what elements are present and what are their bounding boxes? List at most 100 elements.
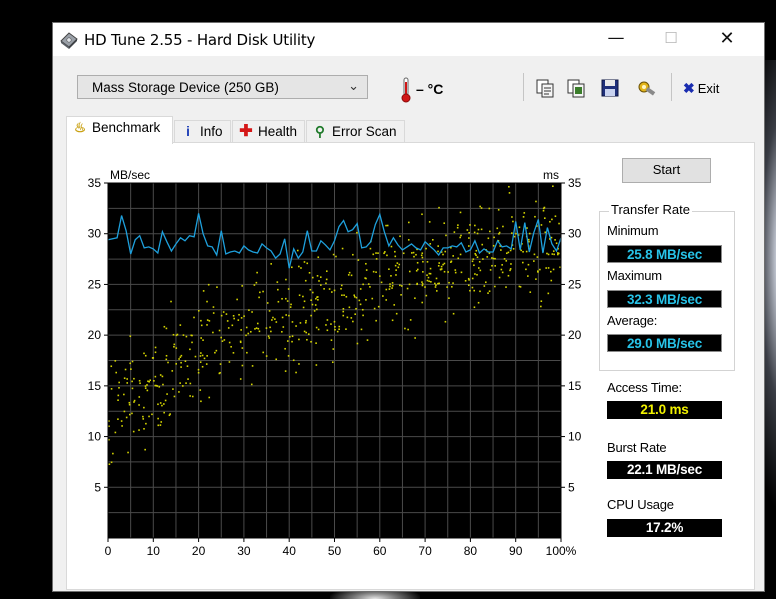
app-window: HD Tune 2.55 - Hard Disk Utility — ☐ ✕ M… <box>52 22 765 592</box>
access-time-point <box>259 291 261 294</box>
access-time-point <box>425 294 428 297</box>
cpu-usage-value: 17.2% <box>607 519 722 537</box>
access-time-point <box>197 368 200 371</box>
access-time-point <box>442 253 444 256</box>
access-time-point <box>118 387 120 389</box>
toolbar-separator <box>671 73 672 101</box>
access-time-point <box>291 335 294 338</box>
maximize-button[interactable]: ☐ <box>648 23 694 56</box>
access-time-point <box>365 262 367 265</box>
access-time-point <box>522 261 524 264</box>
access-time-point <box>133 401 135 403</box>
y-axis-label-left: MB/sec <box>110 168 150 182</box>
x-tick-label: 0 <box>105 544 112 555</box>
access-time-point <box>474 224 476 227</box>
thermometer-icon <box>401 77 411 103</box>
access-time-point <box>315 342 317 344</box>
access-time-point <box>316 275 319 277</box>
access-time-point <box>476 232 479 235</box>
access-time-point <box>203 357 206 360</box>
access-time-point <box>342 310 345 313</box>
access-time-point <box>197 309 200 312</box>
access-time-point <box>161 375 164 378</box>
access-time-point <box>358 299 361 302</box>
info-icon: i <box>186 124 190 139</box>
access-time-point <box>355 307 357 310</box>
access-time-point <box>539 268 541 271</box>
access-time-point <box>471 286 474 289</box>
access-time-point <box>121 425 123 427</box>
access-time-point <box>326 319 329 321</box>
access-time-point <box>404 327 406 330</box>
access-time-point <box>365 269 368 271</box>
access-time-point <box>511 216 513 218</box>
access-time-point <box>157 403 159 406</box>
access-time-point <box>199 355 202 357</box>
access-time-point <box>399 284 401 287</box>
access-time-point <box>468 245 470 247</box>
tab-error-scan[interactable]: ⚲ Error Scan <box>306 120 405 143</box>
access-time-point <box>173 343 176 346</box>
access-time-point <box>200 319 202 322</box>
access-time-point <box>364 277 366 279</box>
access-time-point <box>451 285 453 288</box>
access-time-point <box>310 314 312 317</box>
access-time-point <box>500 249 502 251</box>
access-time-point <box>391 284 394 287</box>
access-time-point <box>239 341 242 344</box>
options-icon[interactable] <box>635 77 657 99</box>
access-time-point <box>268 337 271 339</box>
access-time-point <box>241 364 244 367</box>
access-time-point <box>143 406 145 409</box>
access-time-point <box>410 252 413 254</box>
access-time-point <box>180 366 182 368</box>
maximum-label: Maximum <box>607 268 662 283</box>
access-time-point <box>416 268 419 271</box>
access-time-point <box>397 266 400 269</box>
exit-button[interactable]: ✖ Exit <box>683 80 719 97</box>
access-time-point <box>319 276 322 278</box>
access-time-point <box>340 287 342 290</box>
access-time-point <box>290 303 292 306</box>
access-time-point <box>501 264 503 266</box>
copy-image-icon[interactable] <box>565 77 587 99</box>
access-time-point <box>420 254 423 257</box>
access-time-point <box>421 281 423 283</box>
access-time-point <box>473 306 476 309</box>
access-time-point <box>416 261 419 264</box>
access-time-point <box>163 325 166 328</box>
tab-info[interactable]: i Info <box>174 120 231 143</box>
tab-benchmark[interactable]: ♨ Benchmark <box>66 116 173 144</box>
access-time-point <box>396 262 399 264</box>
access-time-point <box>334 325 336 328</box>
access-time-point <box>200 400 202 403</box>
access-time-point <box>143 428 145 430</box>
access-time-point <box>240 317 243 319</box>
drive-select[interactable]: Mass Storage Device (250 GB) ⌄ <box>77 75 368 99</box>
tab-label: Benchmark <box>92 120 161 135</box>
access-time-point <box>131 380 133 383</box>
access-time-point <box>408 270 411 273</box>
access-time-point <box>435 277 438 280</box>
access-time-point <box>114 431 117 434</box>
access-time-point <box>247 332 250 335</box>
access-time-point <box>398 263 401 266</box>
access-time-point <box>311 291 314 294</box>
save-icon[interactable] <box>599 77 621 99</box>
minimize-button[interactable]: — <box>593 23 639 56</box>
copy-text-icon[interactable] <box>534 77 556 99</box>
access-time-point <box>262 351 265 354</box>
access-time-point <box>413 255 415 258</box>
access-time-point <box>232 315 235 317</box>
access-time-point <box>311 303 314 306</box>
access-time-point <box>212 306 215 308</box>
access-time-point <box>492 257 495 260</box>
tab-health[interactable]: ✚ Health <box>232 120 305 143</box>
access-time-point <box>529 291 532 293</box>
access-time-point <box>317 328 320 331</box>
close-button[interactable]: ✕ <box>704 23 750 56</box>
access-time-point <box>505 286 507 288</box>
access-time-point <box>431 239 434 241</box>
title-bar[interactable]: HD Tune 2.55 - Hard Disk Utility — ☐ ✕ <box>53 23 764 56</box>
start-button[interactable]: Start <box>622 158 711 183</box>
